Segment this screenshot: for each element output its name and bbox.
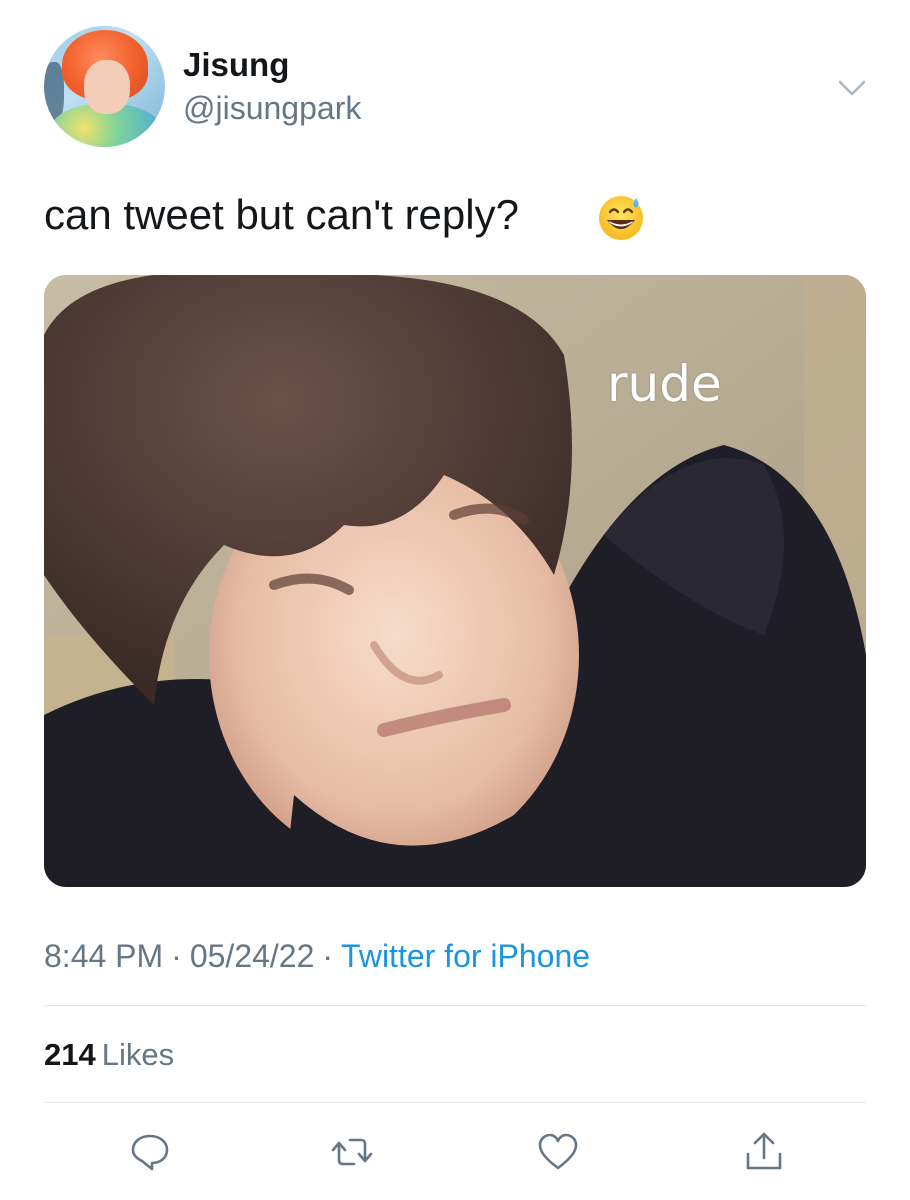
share-icon[interactable] <box>742 1130 786 1174</box>
tweet-text: can tweet but can't reply? <box>44 191 519 238</box>
divider <box>44 1005 866 1006</box>
tweet-source-link[interactable]: Twitter for iPhone <box>341 938 590 974</box>
likes-count: 214 <box>44 1037 96 1072</box>
divider <box>44 1102 866 1103</box>
tweet-time: 8:44 PM <box>44 938 164 974</box>
author-handle[interactable]: @jisungpark <box>183 92 361 124</box>
like-heart-icon[interactable] <box>536 1130 580 1174</box>
meta-separator: · <box>322 938 334 974</box>
retweet-icon[interactable] <box>330 1130 374 1174</box>
likes-label: Likes <box>101 1037 175 1072</box>
tweet-meta: 8:44 PM · 05/24/22 · Twitter for iPhone <box>44 940 590 972</box>
chevron-down-icon[interactable] <box>836 74 868 104</box>
author-avatar[interactable] <box>44 26 165 147</box>
reply-icon[interactable] <box>128 1130 172 1174</box>
tweet-date[interactable]: 05/24/22 <box>190 938 315 974</box>
meta-separator: · <box>171 938 182 974</box>
avatar-face <box>84 60 130 114</box>
media-caption-text: rude <box>607 355 722 413</box>
author-display-name[interactable]: Jisung <box>183 48 289 81</box>
grinning-face-with-sweat-icon <box>596 192 646 242</box>
tweet-media-image[interactable]: rude <box>44 275 866 887</box>
likes-stat[interactable]: 214 Likes <box>44 1039 174 1070</box>
